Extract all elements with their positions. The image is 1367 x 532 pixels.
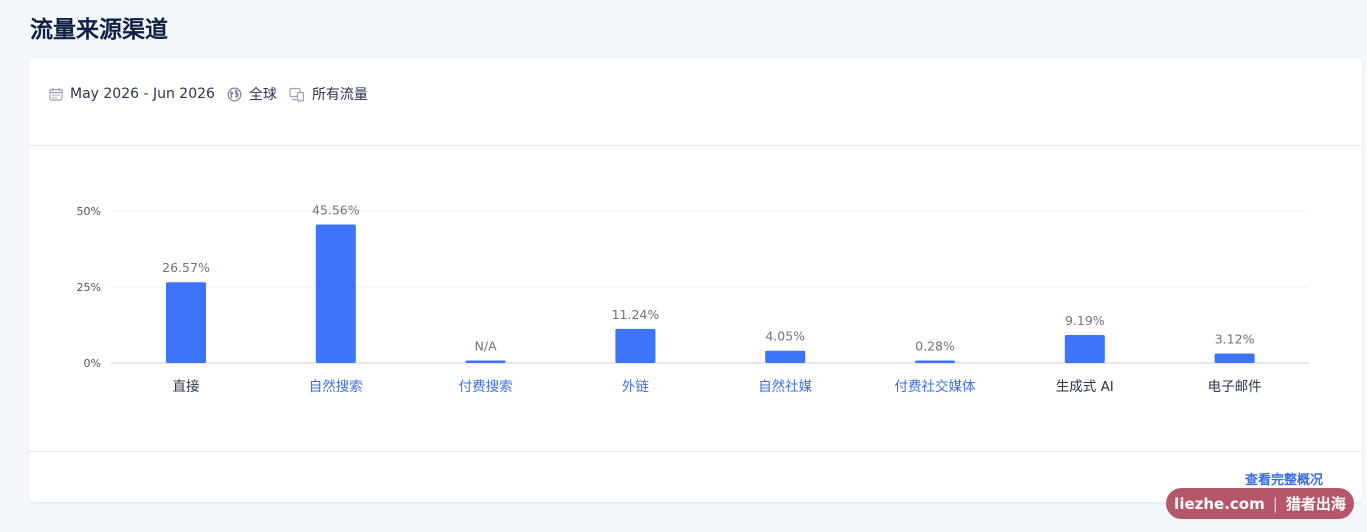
category-label-2[interactable]: 付费搜索 (459, 379, 513, 395)
watermark-badge: liezhe.com | 猎者出海 (1166, 488, 1354, 519)
bar-1 (315, 224, 356, 363)
value-label-4: 4.05% (765, 329, 805, 344)
watermark-brand: 猎者出海 (1285, 495, 1346, 513)
category-label-7: 电子邮件 (1208, 379, 1262, 395)
bar-0 (166, 282, 206, 363)
watermark-site: liezhe.com (1174, 494, 1265, 513)
traffic-sources-chart: 0% 25% 50% 26.57% 直接 45.56% 自然搜索 N/A 付费搜索 11.24% 外… (29, 168, 1362, 438)
date-range-label: May 2026 - Jun 2026 (70, 86, 215, 102)
y-tick-label: 25% (77, 281, 101, 294)
traffic-sources-card: May 2026 - Jun 2026 全球 所有流量 0% 25% 50% 2… (29, 58, 1362, 502)
traffic-filter[interactable]: 所有流量 (289, 84, 368, 104)
value-label-7: 3.12% (1215, 332, 1255, 347)
value-label-6: 9.19% (1065, 313, 1105, 328)
value-label-0: 26.57% (162, 260, 210, 275)
region-filter[interactable]: 全球 (227, 84, 277, 104)
y-tick-label: 0% (84, 357, 101, 370)
divider (29, 451, 1362, 452)
value-label-5: 0.28% (915, 339, 955, 354)
bar-2 (465, 360, 506, 363)
watermark-separator: | (1272, 494, 1278, 513)
bar-5 (915, 360, 955, 363)
category-label-5[interactable]: 付费社交媒体 (895, 378, 976, 395)
bar-4 (765, 350, 806, 363)
bar-chart-svg: 0% 25% 50% 26.57% 直接 45.56% 自然搜索 N/A 付费搜索 11.24% 外… (77, 202, 1309, 395)
page-title: 流量来源渠道 (30, 17, 168, 43)
devices-icon (289, 87, 305, 102)
bar-7 (1214, 353, 1255, 363)
category-label-4[interactable]: 自然社媒 (758, 378, 812, 395)
view-full-overview-link[interactable]: 查看完整概况 (1245, 469, 1323, 488)
calendar-icon (49, 87, 63, 101)
category-label-0: 直接 (173, 378, 200, 395)
traffic-label: 所有流量 (311, 87, 368, 103)
bar-6 (1064, 335, 1105, 363)
y-tick-label: 50% (77, 205, 101, 218)
value-label-3: 11.24% (612, 307, 660, 322)
date-range-filter[interactable]: May 2026 - Jun 2026 (49, 86, 215, 102)
value-label-1: 45.56% (312, 202, 360, 217)
region-label: 全球 (248, 87, 277, 103)
bar-3 (615, 328, 656, 363)
category-label-3[interactable]: 外链 (622, 379, 650, 395)
globe-icon (227, 87, 242, 102)
category-label-1[interactable]: 自然搜索 (309, 378, 363, 395)
value-label-2: N/A (475, 339, 498, 354)
divider (29, 145, 1362, 146)
filter-bar: May 2026 - Jun 2026 全球 所有流量 (49, 84, 372, 104)
category-label-6: 生成式 AI (1056, 379, 1114, 395)
